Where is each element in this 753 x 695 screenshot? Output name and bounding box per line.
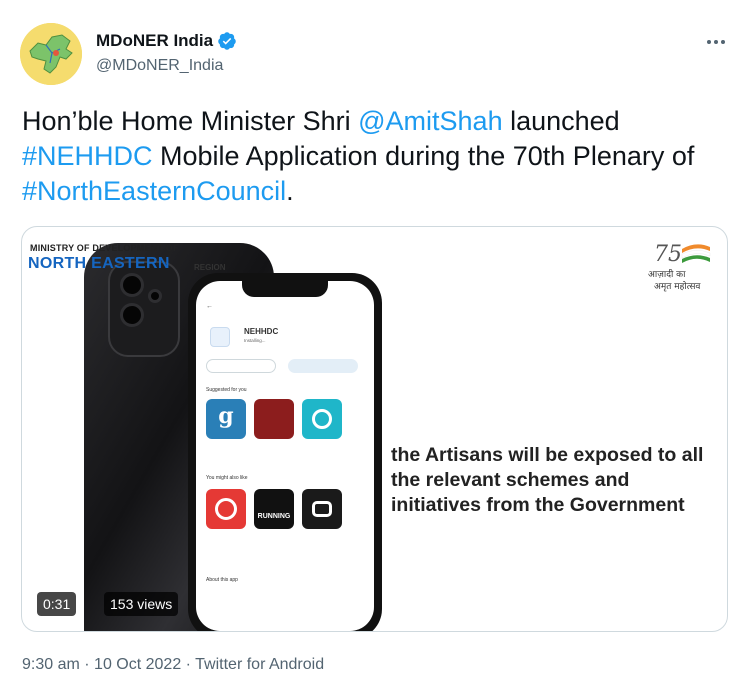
azadi-ka-amrit-mahotsav-logo: 7 5 आज़ादी का अमृत महोत्सव bbox=[644, 237, 724, 295]
suggested-label: Suggested for you bbox=[206, 387, 247, 393]
tweet-text: Hon’ble Home Minister Shri @AmitShah lau… bbox=[22, 104, 722, 209]
phone-notch bbox=[242, 281, 328, 297]
app-tile-teal bbox=[302, 399, 342, 439]
author-display-name[interactable]: MDoNER India bbox=[96, 31, 213, 51]
app-tile-running: RUNNING bbox=[254, 489, 294, 529]
dot bbox=[707, 40, 711, 44]
tweet-text-segment: Mobile Application during the 70th Plena… bbox=[152, 141, 695, 171]
author-handle[interactable]: @MDoNER_India bbox=[96, 57, 223, 75]
azadi-line1: आज़ादी का bbox=[648, 268, 686, 280]
svg-text:7: 7 bbox=[654, 242, 668, 267]
tweet-container: MDoNER India @MDoNER_India Hon’ble Home … bbox=[0, 0, 753, 695]
tweet-source[interactable]: Twitter for Android bbox=[195, 656, 324, 673]
more-options-icon[interactable] bbox=[704, 32, 728, 52]
app-tile-fasting bbox=[206, 489, 246, 529]
video-player[interactable]: MINISTRY OF DEVELOPMENT OF NORTH EASTERN… bbox=[21, 226, 728, 632]
app-tile-tanishq bbox=[254, 399, 294, 439]
cancel-pill bbox=[206, 359, 276, 373]
about-app-label: About this app bbox=[206, 577, 238, 583]
phone-front-image: ← NEHHDC Installing... Suggested for you… bbox=[188, 273, 382, 631]
tweet-meta: 9:30 am · 10 Oct 2022 · Twitter for Andr… bbox=[22, 656, 324, 674]
phone-screen: ← NEHHDC Installing... Suggested for you… bbox=[196, 281, 374, 631]
ministry-line1: MINISTRY OF DEVELOPMENT OF bbox=[30, 243, 179, 253]
dot bbox=[714, 40, 718, 44]
app-status: Installing... bbox=[244, 338, 266, 343]
meta-separator: · bbox=[84, 656, 90, 673]
open-pill bbox=[288, 359, 358, 373]
meta-separator: · bbox=[185, 656, 191, 673]
tweet-text-segment: Hon’ble Home Minister Shri bbox=[22, 106, 359, 136]
back-arrow-icon: ← bbox=[206, 303, 213, 310]
app-tile-g: g bbox=[206, 399, 246, 439]
app-icon bbox=[210, 327, 230, 347]
ministry-line2: NORTH EASTERN bbox=[28, 255, 170, 272]
dot bbox=[721, 40, 725, 44]
video-views-badge: 153 views bbox=[104, 592, 179, 616]
ministry-region: REGION bbox=[194, 263, 226, 272]
verified-badge-icon bbox=[218, 32, 236, 50]
tweet-text-segment: . bbox=[286, 176, 294, 206]
northeast-map-icon bbox=[20, 23, 82, 85]
hashtag-link[interactable]: #NEHHDC bbox=[22, 141, 153, 171]
avatar[interactable] bbox=[20, 23, 82, 85]
video-duration-badge: 0:31 bbox=[37, 592, 77, 616]
app-name: NEHHDC bbox=[244, 327, 279, 336]
also-like-label: You might also like bbox=[206, 475, 248, 481]
hashtag-link[interactable]: #NorthEasternCouncil bbox=[22, 176, 286, 206]
app-tile-link bbox=[302, 489, 342, 529]
camera-module bbox=[108, 261, 180, 357]
svg-text:5: 5 bbox=[668, 242, 682, 267]
video-caption: the Artisans will be exposed to all the … bbox=[391, 444, 704, 516]
azadi-line2: अमृत महोत्सव bbox=[654, 280, 701, 292]
tweet-text-segment: launched bbox=[502, 106, 620, 136]
author-name-row: MDoNER India bbox=[96, 31, 237, 51]
mention-link[interactable]: @AmitShah bbox=[358, 106, 502, 136]
tweet-date[interactable]: 10 Oct 2022 bbox=[94, 656, 181, 673]
tweet-time[interactable]: 9:30 am bbox=[22, 656, 80, 673]
